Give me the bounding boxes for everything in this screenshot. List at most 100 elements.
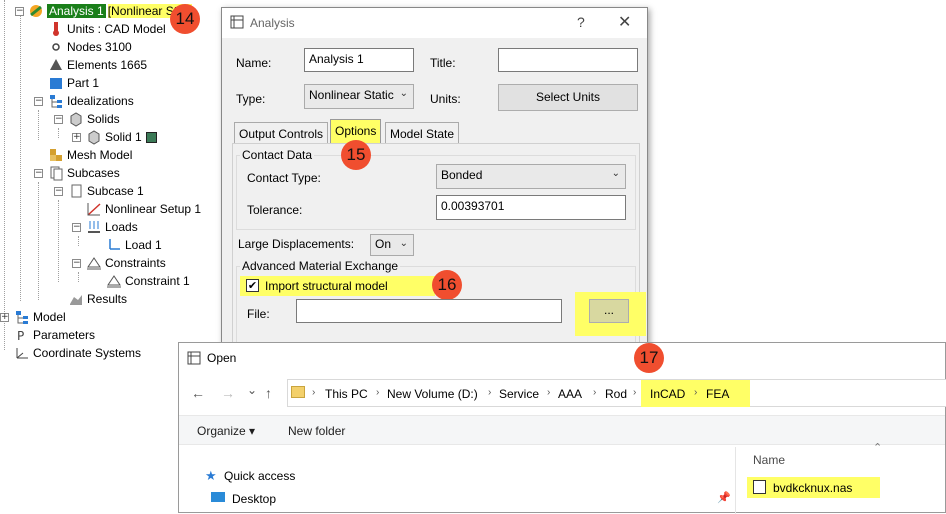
step-badge-16: 16	[432, 270, 462, 300]
solids-icon	[68, 111, 84, 127]
recent-locations-icon[interactable]: ⌄	[247, 383, 257, 397]
import-label: Import structural model	[265, 279, 388, 293]
tree-item-part[interactable]: Part 1	[48, 74, 99, 92]
collapse-toggle[interactable]: −	[72, 259, 81, 268]
tree-item-elements[interactable]: Elements 1665	[48, 56, 147, 74]
name-field[interactable]: Analysis 1	[304, 48, 414, 72]
title-field[interactable]	[498, 48, 638, 72]
breadcrumb-incad[interactable]: InCAD	[650, 387, 685, 401]
load1-label: Load 1	[125, 238, 162, 252]
breadcrumb-service[interactable]: Service	[499, 387, 539, 401]
tree-item-nonlinear-setup[interactable]: Nonlinear Setup 1	[86, 200, 201, 218]
sort-ascending-icon[interactable]: ⌃	[873, 441, 882, 454]
units-label: Units:	[430, 92, 461, 106]
file-icon	[753, 480, 766, 494]
tree-item-analysis[interactable]: Analysis 1 [Nonlinear Sta	[28, 2, 192, 20]
collapse-toggle[interactable]: −	[54, 115, 63, 124]
svg-text:P: P	[17, 329, 24, 343]
name-column-header[interactable]: Name	[753, 453, 785, 467]
constraints-label: Constraints	[105, 256, 166, 270]
type-dropdown[interactable]: Nonlinear Static ⌄	[304, 84, 414, 109]
tree-item-coordinate-systems[interactable]: Coordinate Systems	[14, 344, 141, 362]
tolerance-field[interactable]: 0.00393701	[436, 195, 626, 220]
coordinate-systems-label: Coordinate Systems	[33, 346, 142, 360]
tree-item-load1[interactable]: Load 1	[106, 236, 162, 254]
part-label: Part 1	[67, 76, 100, 90]
desktop-item[interactable]: Desktop	[232, 492, 276, 506]
element-icon	[48, 57, 64, 73]
close-button[interactable]: ✕	[618, 12, 631, 32]
back-arrow-icon[interactable]: ←	[191, 385, 205, 401]
pin-icon: 📌	[717, 492, 731, 504]
tree-item-constraint1[interactable]: Constraint 1	[106, 272, 190, 290]
part-icon	[48, 75, 64, 91]
address-bar[interactable]: › This PC › New Volume (D:) › Service › …	[287, 379, 946, 407]
breadcrumb-new-volume[interactable]: New Volume (D:)	[387, 387, 478, 401]
collapse-toggle[interactable]: −	[72, 223, 81, 232]
constraint-icon	[106, 273, 122, 289]
subcase1-label: Subcase 1	[87, 184, 144, 198]
contact-type-label: Contact Type:	[247, 171, 321, 185]
breadcrumb-rod[interactable]: Rod	[605, 387, 627, 401]
organize-button[interactable]: Organize ▾	[197, 424, 255, 438]
chevron-down-icon: ⌄	[611, 168, 620, 179]
new-folder-button[interactable]: New folder	[288, 424, 345, 438]
breadcrumb-fea[interactable]: FEA	[706, 387, 729, 401]
forward-arrow-icon[interactable]: →	[221, 385, 235, 401]
collapse-toggle[interactable]: −	[34, 97, 43, 106]
dialog-titlebar[interactable]: Analysis ? ✕	[222, 8, 647, 38]
idealizations-label: Idealizations	[67, 94, 134, 108]
tree-item-idealizations[interactable]: Idealizations	[48, 92, 134, 110]
expand-toggle[interactable]: +	[72, 133, 81, 142]
contact-type-value: Bonded	[441, 168, 483, 182]
breadcrumb-this-pc[interactable]: This PC	[325, 387, 368, 401]
solids-label: Solids	[87, 112, 120, 126]
contact-type-dropdown[interactable]: Bonded ⌄	[436, 164, 626, 189]
node-icon	[48, 39, 64, 55]
documents-icon	[48, 165, 64, 181]
tree-item-results[interactable]: Results	[68, 290, 127, 308]
constraint1-label: Constraint 1	[125, 274, 190, 288]
tree-item-solid1[interactable]: Solid 1	[86, 128, 157, 146]
file-field[interactable]	[296, 299, 562, 323]
contact-data-title: Contact Data	[240, 148, 315, 162]
command-bar: Organize ▾ New folder	[179, 415, 945, 445]
up-arrow-icon[interactable]: ↑	[265, 385, 272, 401]
large-displacements-value: On	[375, 237, 392, 251]
tab-model-state[interactable]: Model State	[385, 122, 460, 144]
browse-button[interactable]: ...	[589, 299, 629, 323]
tree-item-units[interactable]: Units : CAD Model	[48, 20, 166, 38]
analysis-label: Analysis 1	[47, 4, 106, 18]
elements-label: Elements 1665	[67, 58, 148, 72]
tab-output-controls[interactable]: Output Controls	[234, 122, 329, 144]
name-label: Name:	[236, 56, 272, 70]
parameter-icon: P	[14, 327, 30, 343]
graph-icon	[86, 201, 102, 217]
collapse-toggle[interactable]: −	[34, 169, 43, 178]
import-checkbox[interactable]: ✔	[246, 279, 259, 292]
tree-item-subcase1[interactable]: Subcase 1	[68, 182, 144, 200]
step-badge-17: 17	[634, 343, 664, 373]
collapse-toggle[interactable]: −	[15, 7, 24, 16]
chevron-right-icon: ›	[312, 387, 316, 398]
tree-item-solids[interactable]: Solids	[68, 110, 120, 128]
quick-access-item[interactable]: Quick access	[224, 469, 295, 483]
tree-item-loads[interactable]: Loads	[86, 218, 138, 236]
dialog-title: Analysis	[250, 16, 295, 30]
nodes-label: Nodes 3100	[67, 40, 132, 54]
file-row[interactable]: bvdkcknux.nas	[747, 477, 880, 498]
collapse-toggle[interactable]: −	[54, 187, 63, 196]
expand-toggle[interactable]: +	[0, 313, 9, 322]
tree-item-subcases[interactable]: Subcases	[48, 164, 120, 182]
tree-item-mesh-model[interactable]: Mesh Model	[48, 146, 132, 164]
breadcrumb-aaa[interactable]: AAA	[558, 387, 582, 401]
tree-item-model[interactable]: Model	[14, 308, 66, 326]
tree-guide	[38, 182, 39, 300]
tree-item-constraints[interactable]: Constraints	[86, 254, 166, 272]
help-button[interactable]: ?	[577, 14, 585, 30]
tree-item-parameters[interactable]: P Parameters	[14, 326, 95, 344]
advanced-material-title: Advanced Material Exchange	[240, 259, 401, 273]
large-displacements-dropdown[interactable]: On ⌄	[370, 234, 414, 256]
tree-item-nodes[interactable]: Nodes 3100	[48, 38, 132, 56]
select-units-button[interactable]: Select Units	[498, 84, 638, 111]
